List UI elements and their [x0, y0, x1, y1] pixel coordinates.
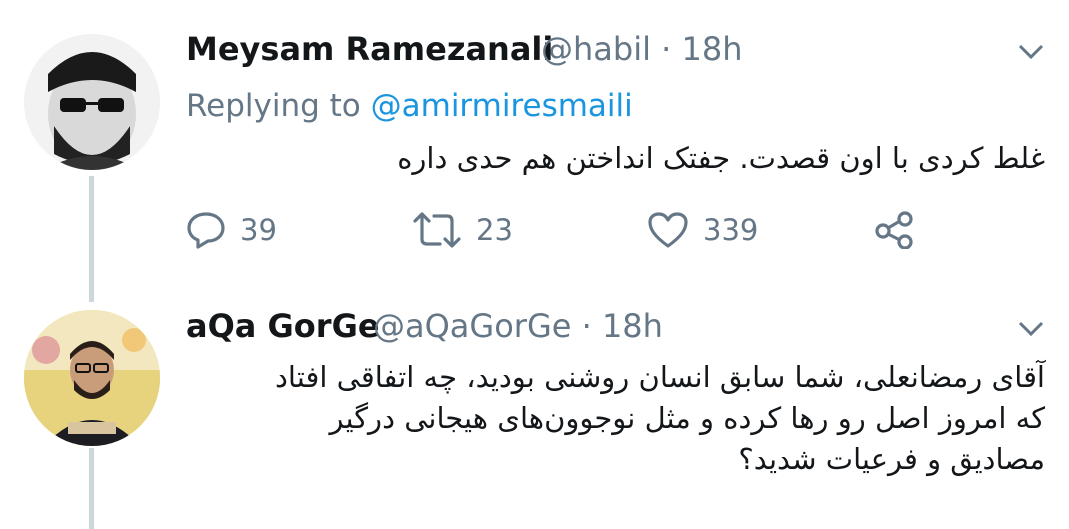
avatar-photo-icon	[24, 310, 160, 446]
retweet-icon	[413, 212, 461, 248]
like-icon	[648, 212, 688, 248]
timestamp[interactable]: 18h	[602, 307, 663, 345]
tweet-text: غلط کردی با اون قصدت. جفتک انداختن هم حد…	[397, 141, 1045, 175]
chevron-down-icon[interactable]	[1018, 44, 1044, 60]
replying-to: Replying to @amirmiresmaili	[186, 88, 633, 124]
tweet-text: آقای رمضانعلی، شما سابق انسان روشنی بودی…	[195, 357, 1045, 480]
reply-button[interactable]: 39	[186, 211, 277, 249]
timestamp[interactable]: 18h	[682, 30, 743, 68]
handle-time[interactable]: @habil · 18h	[541, 30, 743, 68]
replying-prefix: Replying to	[186, 88, 371, 124]
thread-line-lower	[89, 448, 94, 529]
handle-time[interactable]: @aQaGorGe · 18h	[373, 307, 663, 345]
reply-count: 39	[240, 213, 277, 247]
display-name[interactable]: Meysam Ramezanali	[186, 30, 553, 68]
avatar-photo-icon	[24, 34, 160, 170]
separator: ·	[650, 30, 682, 68]
separator: ·	[571, 307, 602, 345]
like-count: 339	[703, 213, 759, 247]
tweet-text-line: مصادیق و فرعیات شدید؟	[738, 442, 1045, 476]
tweet-text-line: که امروز اصل رو رها کرده و مثل نوجوون‌ها…	[329, 401, 1046, 435]
share-button[interactable]	[874, 211, 914, 249]
thread-line-upper	[89, 176, 94, 302]
reply-icon	[187, 212, 225, 249]
tweet-text-line: آقای رمضانعلی، شما سابق انسان روشنی بودی…	[275, 360, 1045, 394]
display-name[interactable]: aQa GorGe	[186, 307, 380, 345]
username[interactable]: @aQaGorGe	[373, 307, 571, 345]
username[interactable]: @habil	[541, 30, 651, 68]
chevron-down-icon[interactable]	[1018, 321, 1044, 337]
avatar[interactable]	[24, 34, 160, 170]
avatar[interactable]	[24, 310, 160, 446]
like-button[interactable]: 339	[647, 211, 758, 249]
retweet-button[interactable]: 23	[412, 211, 513, 249]
share-icon	[875, 211, 913, 249]
retweet-count: 23	[476, 213, 513, 247]
reply-mention-link[interactable]: @amirmiresmaili	[371, 88, 633, 124]
